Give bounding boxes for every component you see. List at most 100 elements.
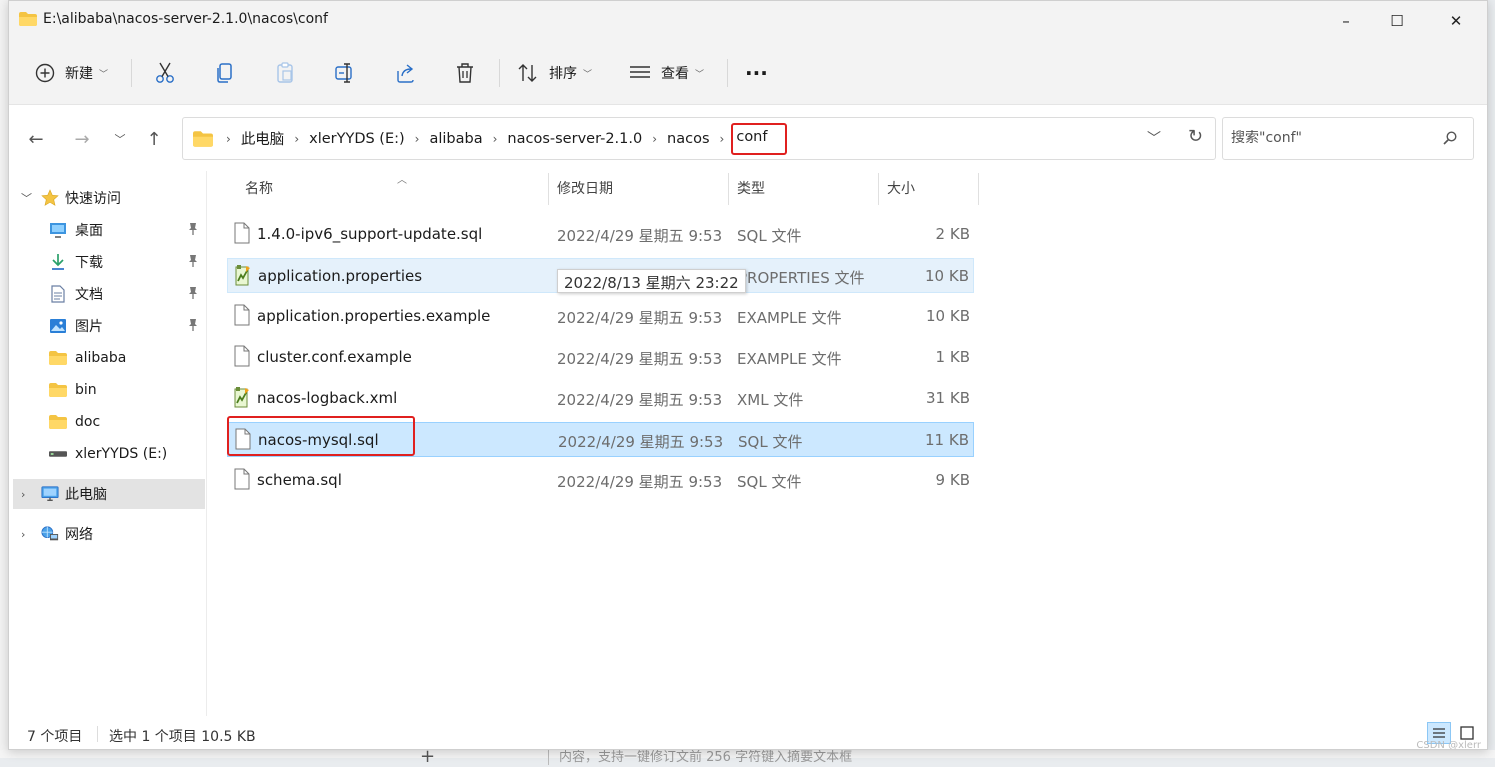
paste-button[interactable] <box>275 55 295 91</box>
view-list-icon <box>630 66 650 78</box>
sidebar-item-xleryyds-e[interactable]: xlerYYDS (E:) <box>9 439 207 469</box>
file-size: 31 KB <box>926 389 970 407</box>
folder-icon <box>49 381 67 399</box>
address-bar[interactable]: › 此电脑 › xlerYYDS (E:) › alibaba › nacos-… <box>182 117 1216 160</box>
pin-icon[interactable] <box>187 254 199 271</box>
file-icon <box>233 345 251 367</box>
maximize-button[interactable]: ☐ <box>1373 1 1421 41</box>
tiles-view-icon <box>1460 726 1474 740</box>
documents-icon <box>49 285 67 303</box>
sidebar-item-label: 网络 <box>65 527 93 543</box>
sidebar-item-quick-access[interactable]: ﹀ 快速访问 <box>9 183 207 213</box>
column-header-date[interactable]: 修改日期 <box>557 171 727 205</box>
chevron-right-icon: › <box>21 527 26 541</box>
sort-button[interactable]: 排序 ﹀ <box>517 55 592 91</box>
download-icon <box>49 253 67 271</box>
window-title: E:\alibaba\nacos-server-2.1.0\nacos\conf <box>43 11 328 27</box>
up-button[interactable]: ↑ <box>139 127 169 151</box>
view-button[interactable]: 查看 ﹀ <box>629 55 704 91</box>
drive-icon <box>49 445 67 463</box>
file-row[interactable]: schema.sql 2022/4/29 星期五 9:53 SQL 文件 9 KB <box>227 463 974 498</box>
sidebar-item-label: 图片 <box>75 319 103 335</box>
watermark: CSDN @xlerr <box>1416 740 1481 750</box>
more-icon: ··· <box>745 61 768 85</box>
background-window-edge <box>0 0 8 758</box>
column-header-type[interactable]: 类型 <box>737 171 877 205</box>
sidebar-item-label: 快速访问 <box>65 191 121 207</box>
notepadpp-file-icon <box>233 386 251 408</box>
sidebar-item-network[interactable]: › 网络 <box>9 519 207 549</box>
chevron-down-icon: ﹀ <box>21 192 32 205</box>
folder-icon <box>193 130 213 147</box>
scissors-icon <box>156 62 174 83</box>
column-header-size[interactable]: 大小 <box>887 171 977 205</box>
file-row[interactable]: cluster.conf.example 2022/4/29 星期五 9:53 EX… <box>227 340 974 375</box>
refresh-icon[interactable]: ↻ <box>1188 126 1203 147</box>
crumb-alibaba[interactable]: alibaba <box>424 131 487 147</box>
sidebar-item-[interactable]: 桌面 <box>9 215 207 245</box>
column-header-name[interactable]: 名称 <box>245 171 545 205</box>
crumb-this-pc[interactable]: 此电脑 <box>236 128 290 149</box>
chevron-right-icon: › <box>21 487 26 501</box>
chevron-down-icon: ﹀ <box>114 133 126 146</box>
file-row[interactable]: nacos-logback.xml 2022/4/29 星期五 9:53 XML 文… <box>227 381 974 416</box>
sidebar-item-alibaba[interactable]: alibaba <box>9 343 207 373</box>
new-button-label: 新建 <box>65 66 93 82</box>
new-button[interactable]: 新建 ﹀ <box>35 55 108 91</box>
background-editor-strip: + 内容，支持一键修订文前 256 字符键入摘要文本框 <box>0 746 1495 767</box>
file-icon <box>233 468 251 490</box>
file-name: schema.sql <box>257 471 342 489</box>
file-row[interactable]: application.properties.example 2022/4/29 … <box>227 299 974 334</box>
delete-button[interactable] <box>455 55 475 91</box>
sort-button-label: 排序 <box>549 66 577 82</box>
sidebar-item-[interactable]: 下载 <box>9 247 207 277</box>
more-button[interactable]: ··· <box>745 55 768 91</box>
sidebar-item-label: 桌面 <box>75 223 103 239</box>
pin-icon[interactable] <box>187 222 199 239</box>
network-icon <box>41 525 59 543</box>
back-button[interactable]: ← <box>21 127 51 151</box>
folder-icon <box>49 413 67 431</box>
close-button[interactable]: ✕ <box>1432 1 1480 41</box>
status-bar: 7 个项目 选中 1 个项目 10.5 KB CSDN @xlerr <box>9 716 1487 750</box>
share-icon <box>397 64 414 83</box>
search-input[interactable] <box>1231 130 1431 146</box>
forward-button[interactable]: → <box>67 127 97 151</box>
crumb-nacos-server[interactable]: nacos-server-2.1.0 <box>502 131 647 147</box>
sidebar-item-[interactable]: 图片 <box>9 311 207 341</box>
share-button[interactable] <box>395 55 417 91</box>
plus-circle-icon <box>35 63 55 83</box>
crumb-nacos[interactable]: nacos <box>662 131 714 147</box>
file-name: 1.4.0-ipv6_support-update.sql <box>257 225 483 243</box>
copy-icon <box>217 63 232 83</box>
copy-button[interactable] <box>215 55 235 91</box>
sidebar-item-this-pc[interactable]: › 此电脑 <box>13 479 205 509</box>
pin-icon[interactable] <box>187 286 199 303</box>
cut-button[interactable] <box>155 55 175 91</box>
pin-icon[interactable] <box>187 318 199 335</box>
navigation-pane: ﹀ 快速访问 桌面下载文档图片 alibaba bin doc xlerYYDS (E:… <box>9 171 207 716</box>
arrow-left-icon: ← <box>28 128 44 150</box>
file-date: 2022/4/29 星期五 9:53 <box>557 473 723 491</box>
trash-icon <box>457 63 473 83</box>
address-history-button[interactable]: ﹀ <box>1147 128 1161 148</box>
sidebar-item-[interactable]: 文档 <box>9 279 207 309</box>
sidebar-item-label: 文档 <box>75 287 103 303</box>
notepadpp-file-icon <box>234 264 252 286</box>
search-box[interactable] <box>1222 117 1474 160</box>
file-size: 1 KB <box>935 348 970 366</box>
rename-button[interactable] <box>335 55 357 91</box>
chevron-right-icon: › <box>414 131 420 146</box>
sidebar-item-doc[interactable]: doc <box>9 407 207 437</box>
crumb-conf[interactable]: conf <box>731 122 788 155</box>
file-size: 10 KB <box>925 267 969 285</box>
highlight-annotation <box>227 416 415 456</box>
sidebar-item-bin[interactable]: bin <box>9 375 207 405</box>
selection-info: 选中 1 个项目 10.5 KB <box>109 729 256 745</box>
file-row[interactable]: 1.4.0-ipv6_support-update.sql 2022/4/29 星… <box>227 217 974 252</box>
recent-locations-button[interactable]: ﹀ <box>105 127 135 151</box>
crumb-drive[interactable]: xlerYYDS (E:) <box>304 131 410 147</box>
chevron-down-icon: ﹀ <box>583 69 593 80</box>
minimize-button[interactable]: – <box>1322 1 1370 41</box>
file-date: 2022/4/29 星期五 9:53 <box>557 350 723 368</box>
